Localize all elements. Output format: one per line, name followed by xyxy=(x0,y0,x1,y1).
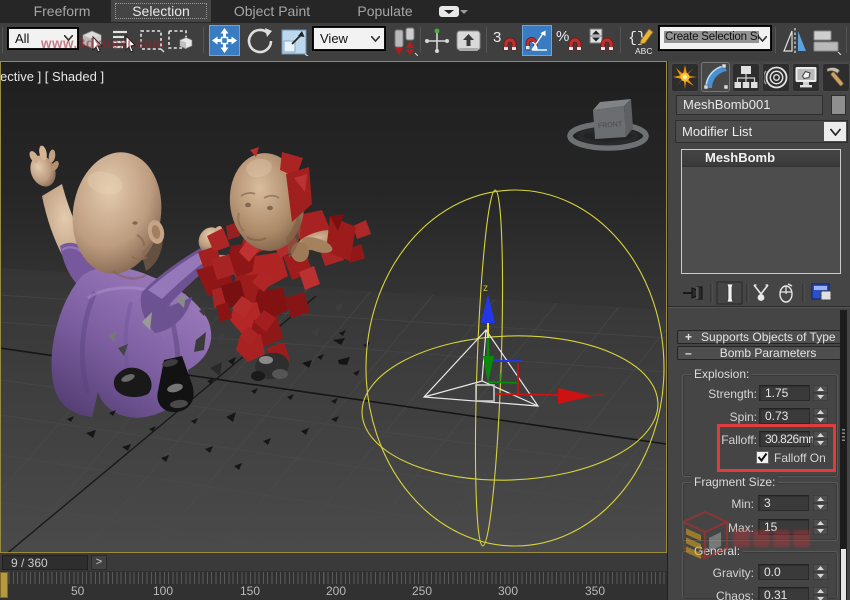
svg-text:%: % xyxy=(556,28,569,45)
svg-text:3: 3 xyxy=(493,29,501,46)
svg-text:z: z xyxy=(483,283,488,294)
svg-text:ective ] [ Shaded ]: ective ] [ Shaded ] xyxy=(1,69,104,84)
svg-text:ABC: ABC xyxy=(635,46,652,56)
